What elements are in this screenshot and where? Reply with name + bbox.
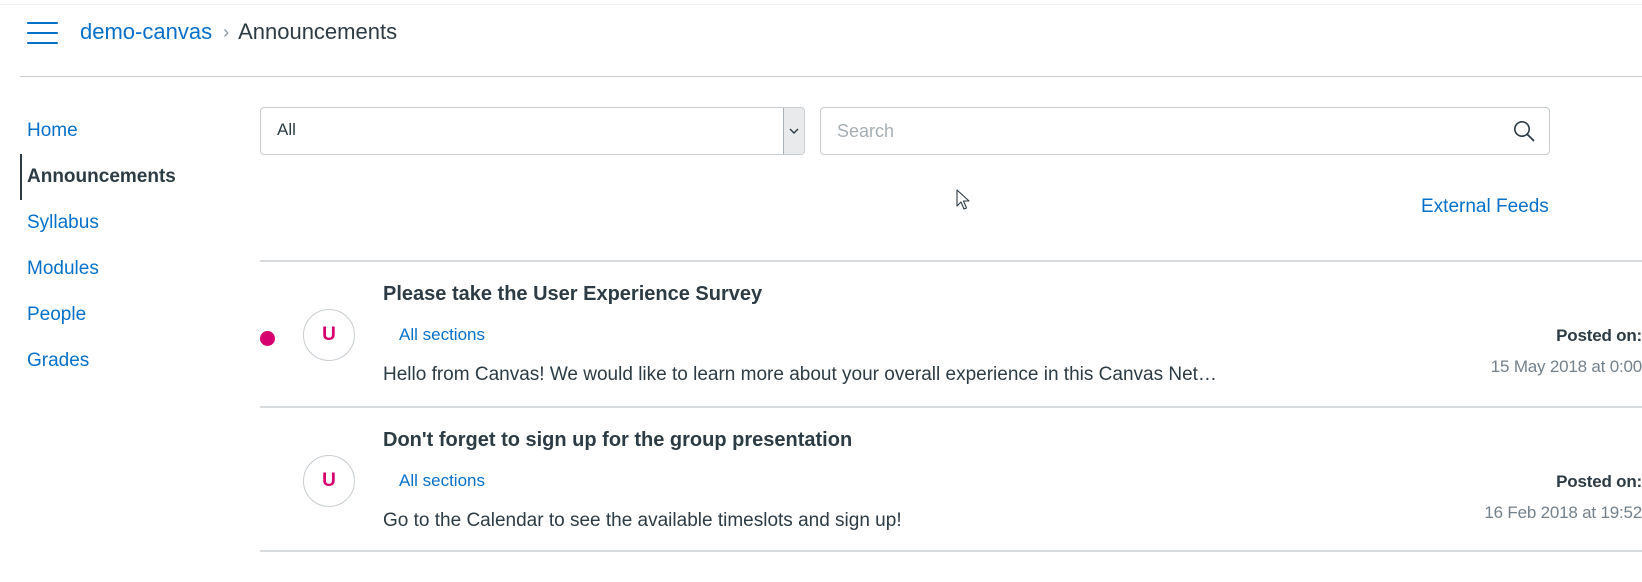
page-header: demo-canvas › Announcements	[0, 0, 1642, 78]
announcement-sections-link[interactable]: All sections	[399, 325, 485, 345]
chevron-down-icon[interactable]	[783, 108, 804, 154]
posted-date: 16 Feb 2018 at 19:52	[1484, 503, 1642, 522]
magnifier-icon[interactable]	[1513, 120, 1535, 142]
external-feeds-link[interactable]: External Feeds	[1421, 196, 1549, 218]
sidebar-item-home[interactable]: Home	[20, 108, 240, 154]
mouse-pointer-icon	[956, 189, 970, 210]
header-divider	[20, 76, 1642, 77]
breadcrumb: demo-canvas › Announcements	[80, 17, 397, 47]
posted-on-label: Posted on:	[1556, 326, 1642, 345]
announcement-excerpt: Go to the Calendar to see the available …	[383, 510, 902, 531]
announcement-title[interactable]: Don't forget to sign up for the group pr…	[383, 429, 852, 452]
sidebar-item-modules[interactable]: Modules	[20, 246, 240, 292]
search-input[interactable]	[837, 108, 1497, 154]
posted-on-label: Posted on:	[1556, 472, 1642, 491]
announcement-title[interactable]: Please take the User Experience Survey	[383, 283, 762, 306]
breadcrumb-separator: ›	[223, 22, 230, 42]
breadcrumb-current-page: Announcements	[238, 19, 398, 44]
section-filter-value: All	[277, 120, 296, 139]
announcements-list: U Please take the User Experience Survey…	[260, 260, 1642, 552]
avatar: U	[303, 309, 355, 361]
sidebar-item-announcements[interactable]: Announcements	[20, 154, 240, 200]
avatar: U	[303, 455, 355, 507]
course-navigation: Home Announcements Syllabus Modules Peop…	[20, 108, 240, 384]
announcement-sections-link[interactable]: All sections	[399, 471, 485, 491]
search-box	[820, 107, 1550, 155]
unread-indicator	[260, 331, 275, 346]
announcement-row[interactable]: U Don't forget to sign up for the group …	[260, 406, 1642, 552]
section-filter-select[interactable]: All	[260, 107, 805, 155]
breadcrumb-course-link[interactable]: demo-canvas	[80, 17, 212, 47]
sidebar-item-grades[interactable]: Grades	[20, 338, 240, 384]
announcement-excerpt: Hello from Canvas! We would like to lear…	[383, 364, 1217, 385]
sidebar-item-syllabus[interactable]: Syllabus	[20, 200, 240, 246]
sidebar-item-people[interactable]: People	[20, 292, 240, 338]
hamburger-menu-icon[interactable]	[27, 22, 58, 44]
announcement-row[interactable]: U Please take the User Experience Survey…	[260, 260, 1642, 406]
posted-date: 15 May 2018 at 0:00	[1490, 357, 1642, 376]
